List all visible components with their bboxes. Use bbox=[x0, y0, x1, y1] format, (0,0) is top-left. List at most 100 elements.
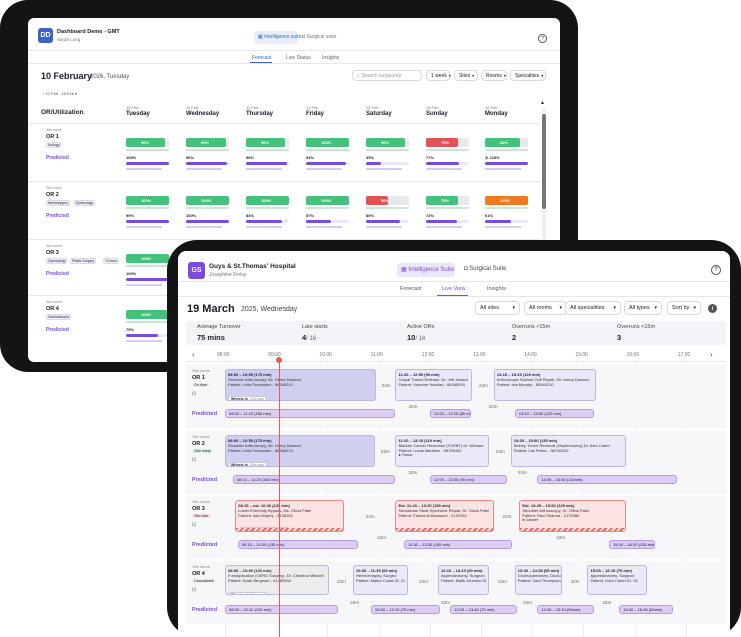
pred-value: 100% bbox=[126, 271, 137, 276]
case-card[interactable]: 12:10 – 13:10 (60 min) Appendectomy, Surg… bbox=[437, 565, 490, 595]
filter-0[interactable]: 1 week ▾ bbox=[426, 70, 451, 81]
nav-divider bbox=[28, 63, 560, 64]
util-bar[interactable]: 100% bbox=[126, 196, 169, 205]
date-range[interactable]: ‹ 10 Feb - 16 Feb ▾ bbox=[43, 91, 77, 96]
predicted-bar[interactable]: 15:30 – 16:20 (125 min) bbox=[609, 540, 656, 549]
filter-4[interactable]: Sort by ▾ bbox=[667, 301, 701, 315]
predicted-label[interactable]: Predicted bbox=[46, 271, 69, 277]
chevron-down-icon: ▾ bbox=[693, 305, 696, 311]
util-bar-value: 100% bbox=[141, 312, 152, 317]
help-icon[interactable]: ? bbox=[711, 265, 721, 275]
predicted-label[interactable]: Predicted bbox=[192, 477, 217, 483]
filter-1[interactable]: All rooms ▾ bbox=[524, 301, 567, 315]
predicted-bar[interactable]: 08:00 – 10:10 (130 min) bbox=[225, 605, 338, 614]
day-date: 10 Feb bbox=[126, 105, 139, 110]
tab-forecast[interactable]: Forecast bbox=[252, 55, 271, 61]
case-card[interactable]: Est. 11:20 – 13:20 (155 min) Subclavian S… bbox=[395, 500, 494, 532]
day-date: 11 Feb bbox=[186, 105, 199, 110]
timeline-prev-icon[interactable]: ‹ bbox=[192, 350, 195, 359]
site-label: Site name bbox=[192, 499, 211, 504]
predicted-label[interactable]: Predicted bbox=[46, 155, 69, 161]
predicted-bar[interactable]: 12:00 – 13:30 (90 min) bbox=[429, 475, 507, 484]
util-bar[interactable]: 93% bbox=[186, 138, 229, 147]
filter-0[interactable]: All sites ▾ bbox=[475, 301, 520, 315]
util-bar[interactable]: 75% bbox=[426, 138, 469, 147]
case-card[interactable]: 11:20 – 13:10 (110 min) Bladder Cancer Re… bbox=[395, 435, 490, 467]
predicted-bar[interactable]: 12:25 – 13:40 (75 min) bbox=[450, 605, 517, 614]
search-input[interactable]: ⌕ Search surgeon/p bbox=[352, 70, 422, 81]
chevron-down-icon: ▾ bbox=[503, 73, 506, 78]
tab-insights[interactable]: Insights bbox=[322, 55, 339, 61]
pred-value: 61% bbox=[485, 213, 494, 218]
tab-surgical-suite[interactable]: ◘ Surgical suite bbox=[302, 34, 336, 40]
info-icon[interactable]: i bbox=[708, 304, 717, 313]
case-card[interactable]: 13:35 – 15:50 (135 min) Kidney Tumor Remo… bbox=[510, 435, 626, 467]
tab-intelligence-suite[interactable]: ▦ Intelligence Suite bbox=[397, 263, 455, 277]
predicted-label[interactable]: Predicted bbox=[46, 327, 69, 333]
tab-forecast[interactable]: Forecast bbox=[400, 286, 421, 292]
util-bar[interactable]: 75% bbox=[426, 196, 469, 205]
util-bar[interactable]: 100% bbox=[246, 196, 289, 205]
filter-3[interactable]: Specialties ▾ bbox=[510, 70, 546, 81]
predicted-bar[interactable]: 15:40 – 16:45 (65min) bbox=[619, 605, 673, 614]
filter-3[interactable]: All types ▾ bbox=[624, 301, 662, 315]
util-bar[interactable]: 82% bbox=[485, 138, 528, 147]
room-tag: Plastic Surgery bbox=[70, 258, 97, 264]
util-bar-value: 100% bbox=[321, 140, 332, 145]
predicted-bar[interactable]: 11:30 – 13:35 (155 min) bbox=[404, 540, 512, 549]
case-card[interactable]: 13:15 – 15:15 (120 min) Arthroscopic Rota… bbox=[493, 369, 597, 401]
util-bar[interactable]: 50% bbox=[366, 196, 409, 205]
predicted-bar[interactable]: 13:40 – 15:60 (120 min) bbox=[514, 409, 594, 418]
scroll-up-icon[interactable]: ▲ bbox=[540, 100, 545, 106]
filter-2[interactable]: Rooms ▾ bbox=[481, 70, 507, 81]
room-name: OR 4 bbox=[192, 571, 205, 577]
predicted-bar[interactable]: 10:50 – 12:10 (75 min) bbox=[370, 605, 441, 614]
help-icon[interactable]: ? bbox=[538, 34, 547, 43]
predicted-bar[interactable]: 12:00 – 12:20 (80 min) bbox=[429, 409, 471, 418]
scrollbar-thumb[interactable] bbox=[542, 114, 546, 209]
predicted-label[interactable]: Predicted bbox=[46, 213, 69, 219]
tab-insights[interactable]: Insights bbox=[487, 286, 506, 292]
tab-live-view[interactable]: Live View bbox=[442, 286, 465, 292]
timeline-next-icon[interactable]: › bbox=[710, 350, 713, 359]
filter-1[interactable]: Sites ▾ bbox=[454, 70, 478, 81]
case-patient: Patient: Isla Murphy - 86346210 bbox=[496, 382, 554, 387]
predicted-bar[interactable]: 14:05 – 15:10 (65min) bbox=[537, 605, 594, 614]
pred-value: 80% bbox=[366, 213, 375, 218]
tab-live-status[interactable]: Live Status bbox=[286, 55, 311, 61]
util-bar[interactable]: 100% bbox=[306, 138, 349, 147]
util-bar-value: 100% bbox=[261, 198, 272, 203]
room-name: OR 3 bbox=[46, 250, 59, 256]
util-bar[interactable]: 90% bbox=[366, 138, 409, 147]
chevron-down-icon: ▾ bbox=[541, 73, 544, 78]
stat-value: 10/ 16 bbox=[407, 333, 425, 342]
predicted-bar[interactable]: 14:05 – 16:50 (110min) bbox=[537, 475, 678, 484]
case-card[interactable]: 08:00 – 10:00 (120 min) Fundoplication (G… bbox=[225, 565, 329, 595]
tab-intelligence-suite[interactable]: ▦ Intelligence suite bbox=[254, 31, 301, 44]
case-card[interactable]: Est. 13:45 – 15:50 (125 min) Shoulder Art… bbox=[519, 500, 626, 532]
case-card[interactable]: 11:20 – 12:50 (90 min) Carpal Tunnel Rele… bbox=[395, 369, 473, 401]
util-bar[interactable]: 100% bbox=[126, 254, 169, 263]
case-card[interactable]: 08:00 – 10:55 (175 min) Shoulder Arthrosc… bbox=[225, 435, 375, 467]
predicted-bar[interactable]: 08:00 – 11:20 (180 min) bbox=[225, 409, 396, 418]
predicted-label[interactable]: Predicted bbox=[192, 607, 217, 613]
case-card[interactable]: 10:30 – 11:35 (65 min) Herniorrhaphy, Sur… bbox=[353, 565, 409, 595]
case-card[interactable]: 13:40 – 14:35 (55 min) Cholecystectomy, D… bbox=[514, 565, 562, 595]
util-bar[interactable]: 125% bbox=[485, 196, 528, 205]
util-bar[interactable]: 100% bbox=[186, 196, 229, 205]
filter-2[interactable]: All specialities ▾ bbox=[565, 301, 621, 315]
predicted-bar[interactable]: 08:10 – 11:20 (160 min) bbox=[232, 475, 396, 484]
delay-stripe bbox=[520, 528, 625, 531]
case-card[interactable]: 08:15 – est. 10:20 (125 min) Lower Extrem… bbox=[235, 500, 345, 532]
case-card[interactable]: 08:00 – 10:55 (175 min) Shoulder Arthrosc… bbox=[225, 369, 377, 401]
predicted-label[interactable]: Predicted bbox=[192, 411, 217, 417]
predicted-bar[interactable]: 08:15 – 10:30 (135 min) bbox=[237, 540, 359, 549]
predicted-label[interactable]: Predicted bbox=[192, 542, 217, 548]
util-bar[interactable]: 100% bbox=[126, 310, 169, 319]
case-card[interactable]: 15:05 – 16:15 (70 min) Appendectomy, Surg… bbox=[587, 565, 648, 595]
tab-surgical-suite[interactable]: ◘ Surgical Suite bbox=[464, 266, 506, 272]
util-bar[interactable]: 90% bbox=[246, 138, 289, 147]
util-bar[interactable]: 90% bbox=[126, 138, 169, 147]
util-bar[interactable]: 100% bbox=[306, 196, 349, 205]
pred-note bbox=[485, 226, 521, 228]
